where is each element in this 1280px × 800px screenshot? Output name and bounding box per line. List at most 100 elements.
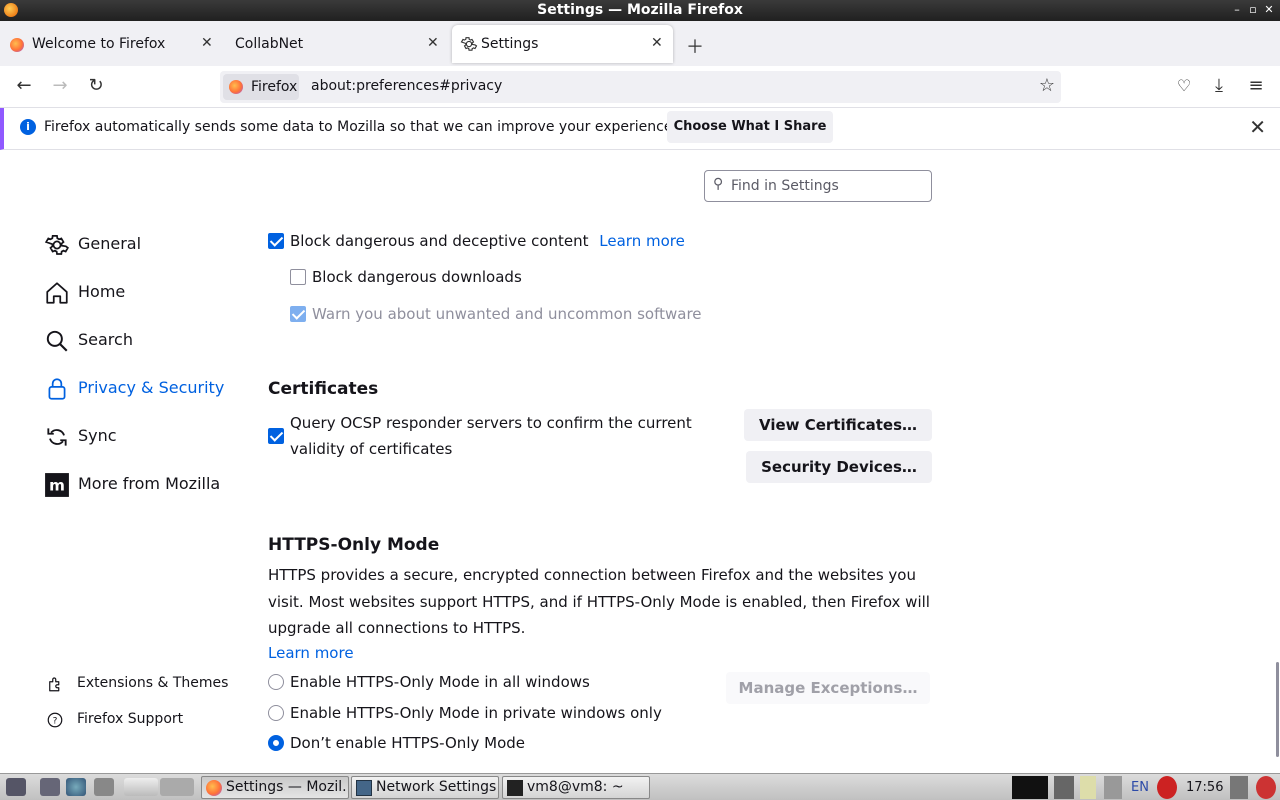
https-only-learn-more-link[interactable]: Learn more <box>268 644 354 662</box>
menu-icon[interactable]: ≡ <box>1244 74 1268 98</box>
close-tab-icon[interactable]: ✕ <box>651 35 663 51</box>
lock-icon <box>44 376 70 402</box>
task-terminal[interactable]: vm8@vm8: ~ <box>502 776 650 799</box>
window-title: Settings — Mozilla Firefox <box>537 2 743 18</box>
https-only-heading: HTTPS-Only Mode <box>268 535 440 555</box>
close-window-icon[interactable]: ✕ <box>1262 2 1276 18</box>
power-icon[interactable] <box>1256 776 1276 799</box>
window-titlebar: Settings — Mozilla Firefox – ▫ ✕ <box>0 0 1280 21</box>
block-dangerous-label: Block dangerous and deceptive content <box>290 232 589 250</box>
show-desktop-icon[interactable] <box>40 778 60 796</box>
block-dangerous-option: Block dangerous and deceptive content Le… <box>290 232 685 250</box>
clipboard-icon[interactable] <box>1080 776 1096 799</box>
reload-icon[interactable]: ↻ <box>84 74 108 98</box>
task-settings-firefox[interactable]: Settings — Mozil... <box>201 776 349 799</box>
category-label: Privacy & Security <box>78 378 225 397</box>
tab-title: Settings <box>481 36 539 52</box>
terminal-icon <box>507 780 523 796</box>
mozilla-icon: m <box>44 472 70 498</box>
start-menu-icon[interactable] <box>6 778 26 796</box>
svg-text:m: m <box>49 476 65 494</box>
category-label: Search <box>78 330 133 349</box>
https-private-windows-radio[interactable] <box>268 705 284 721</box>
search-placeholder: Find in Settings <box>731 178 839 194</box>
block-dangerous-checkbox[interactable] <box>268 233 284 249</box>
category-label: More from Mozilla <box>78 474 221 493</box>
task-network-settings[interactable]: Network Settings <box>351 776 499 799</box>
https-all-windows-label: Enable HTTPS-Only Mode in all windows <box>290 673 590 691</box>
search-icon <box>44 328 70 354</box>
pocket-icon[interactable]: ♡ <box>1172 74 1196 98</box>
choose-what-i-share-button[interactable]: Choose What I Share <box>667 111 833 143</box>
search-icon: ⚲ <box>713 176 724 192</box>
taskbar: Settings — Mozil... Network Settings vm8… <box>0 773 1280 800</box>
navigation-bar: ← → ↻ Firefox about:preferences#privacy … <box>0 66 1280 108</box>
browser-launcher-icon[interactable] <box>66 778 86 796</box>
workspace-icon[interactable] <box>160 778 194 796</box>
identity-box[interactable]: Firefox <box>223 74 299 100</box>
tray-app-icon[interactable] <box>1104 776 1122 799</box>
https-only-description: HTTPS provides a secure, encrypted conne… <box>268 566 930 637</box>
close-notification-icon[interactable]: ✕ <box>1249 115 1266 139</box>
cpu-monitor-icon <box>1012 776 1048 799</box>
url-text[interactable]: about:preferences#privacy <box>311 78 502 94</box>
network-icon[interactable] <box>1054 776 1074 799</box>
forward-icon[interactable]: → <box>48 74 72 98</box>
ocsp-label-line1: Query OCSP responder servers to confirm … <box>290 414 692 432</box>
window-icon <box>356 780 372 796</box>
firefox-favicon-icon <box>10 38 24 52</box>
certificates-heading: Certificates <box>268 379 379 399</box>
https-disable-radio[interactable] <box>268 735 284 751</box>
task-label: vm8@vm8: ~ <box>527 779 624 795</box>
sync-icon <box>44 424 70 450</box>
find-in-settings-input[interactable]: ⚲ Find in Settings <box>704 170 932 202</box>
identity-label: Firefox <box>251 79 298 95</box>
https-all-windows-radio[interactable] <box>268 674 284 690</box>
preferences-content: ⚲ Find in Settings General Home Search P… <box>0 150 1280 773</box>
block-dangerous-learn-more-link[interactable]: Learn more <box>599 232 685 250</box>
clock: 17:56 <box>1186 780 1224 795</box>
warn-unwanted-checkbox <box>290 306 306 322</box>
tab-settings[interactable]: Settings ✕ <box>452 25 673 63</box>
security-devices-button[interactable]: Security Devices… <box>746 451 932 483</box>
category-label: Home <box>78 282 126 301</box>
block-downloads-label: Block dangerous downloads <box>312 268 522 286</box>
tab-welcome[interactable]: Welcome to Firefox ✕ <box>0 21 224 66</box>
ocsp-checkbox[interactable] <box>268 428 284 444</box>
minimize-icon[interactable]: – <box>1230 2 1244 18</box>
maximize-icon[interactable]: ▫ <box>1246 2 1260 18</box>
tab-title: CollabNet <box>235 36 304 52</box>
close-tab-icon[interactable]: ✕ <box>427 35 439 51</box>
back-icon[interactable]: ← <box>12 74 36 98</box>
category-label: Sync <box>78 426 117 445</box>
new-tab-icon[interactable]: ＋ <box>686 33 704 59</box>
svg-text:?: ? <box>53 716 58 726</box>
scrollbar-thumb[interactable] <box>1276 662 1279 757</box>
downloads-icon[interactable]: ⤓ <box>1207 74 1231 98</box>
close-tab-icon[interactable]: ✕ <box>201 35 213 51</box>
update-notifier-icon[interactable] <box>1157 776 1177 799</box>
bookmark-star-icon[interactable]: ☆ <box>1039 75 1055 96</box>
link-label: Extensions & Themes <box>77 675 229 691</box>
file-manager-icon[interactable] <box>94 778 114 796</box>
puzzle-icon <box>46 675 64 693</box>
https-private-windows-label: Enable HTTPS-Only Mode in private window… <box>290 704 662 722</box>
tab-strip: Welcome to Firefox ✕ CollabNet ✕ Setting… <box>0 21 1280 66</box>
ocsp-label-line2: validity of certificates <box>290 440 453 458</box>
view-certificates-button[interactable]: View Certificates… <box>744 409 932 441</box>
keyboard-layout-indicator[interactable]: EN <box>1131 776 1149 799</box>
info-icon: i <box>20 119 36 135</box>
notification-message: Firefox automatically sends some data to… <box>44 119 677 135</box>
block-downloads-checkbox[interactable] <box>290 269 306 285</box>
url-bar[interactable]: Firefox about:preferences#privacy ☆ <box>220 71 1061 103</box>
lock-screen-icon[interactable] <box>1230 776 1248 799</box>
task-label: Network Settings <box>376 779 497 795</box>
firefox-favicon-icon <box>229 80 243 94</box>
gear-icon <box>44 232 70 258</box>
telemetry-notification-bar: i Firefox automatically sends some data … <box>0 108 1280 150</box>
tab-collabnet[interactable]: CollabNet ✕ <box>224 21 450 66</box>
firefox-launcher-icon[interactable] <box>124 778 158 796</box>
link-label: Firefox Support <box>77 711 184 727</box>
help-icon: ? <box>46 711 64 729</box>
gear-icon <box>460 35 478 53</box>
